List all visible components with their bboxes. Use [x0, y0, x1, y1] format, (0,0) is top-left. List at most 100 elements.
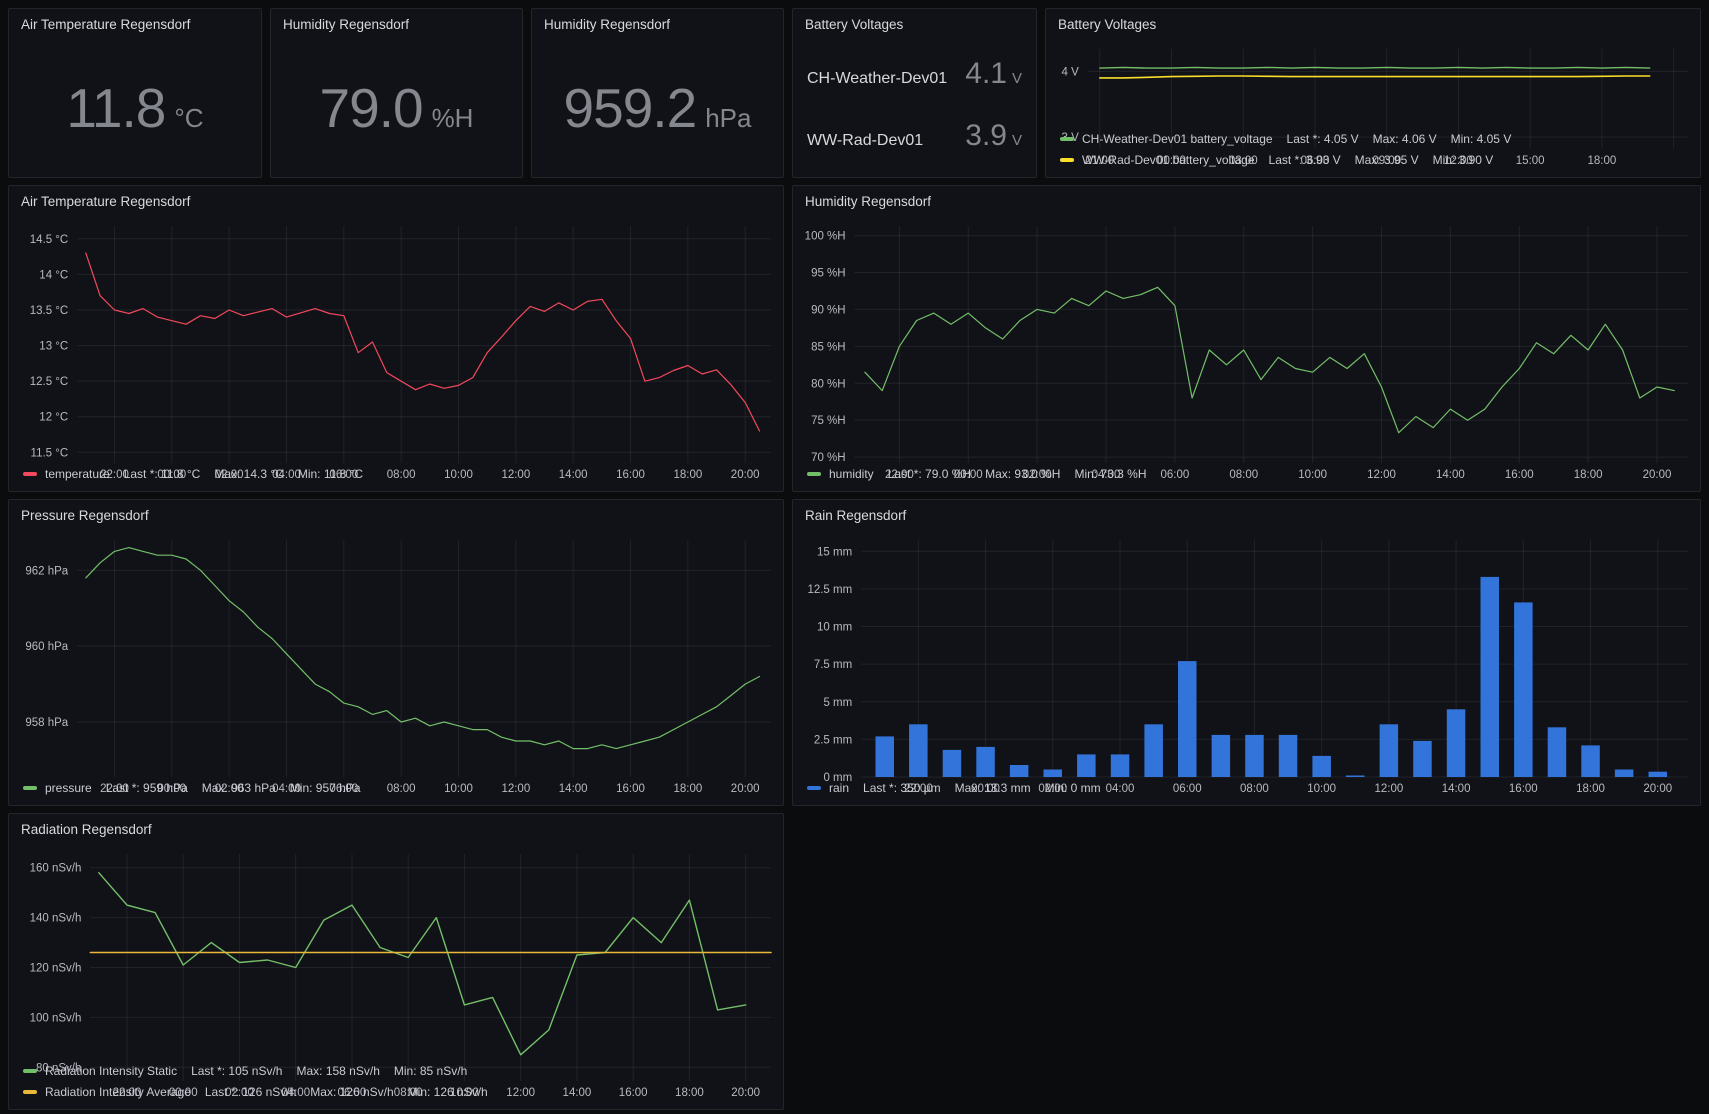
legend-series-dash-icon — [23, 1090, 37, 1094]
legend-series-dash-icon — [23, 1069, 37, 1073]
legend-series-stat: Last *: 959 hPa — [106, 781, 188, 795]
legend-series-name[interactable]: Radiation Intensity Average — [45, 1085, 191, 1099]
battery-voltage-unit: V — [1012, 132, 1022, 149]
battery-voltage-value: 4.1 — [965, 57, 1007, 90]
panel-air-temperature-chart: Air Temperature Regensdorf 14.5 °C 14 °C 1… — [8, 185, 784, 492]
panel-title-humidity-chart[interactable]: Humidity Regensdorf — [793, 186, 1700, 216]
battery-voltage-unit: V — [1012, 70, 1022, 87]
dashboard-row-2: Air Temperature Regensdorf 14.5 °C 14 °C 1… — [8, 185, 1701, 492]
panel-battery-voltages-chart: Battery Voltages 4 V3 V21:0000:0003:0006… — [1045, 8, 1701, 178]
rain-chart-legend: rainLast *: 350 µmMax: 13.3 mmMin: 0 mm — [793, 776, 1700, 805]
svg-text:2.5 mm: 2.5 mm — [814, 734, 852, 746]
legend-series-stat: Last *: 126 nSv/h — [205, 1085, 296, 1099]
legend-series-stat: Max: 4.06 V — [1373, 132, 1437, 146]
panel-title-rain-chart[interactable]: Rain Regensdorf — [793, 500, 1700, 530]
legend-series-dash-icon — [807, 472, 821, 476]
legend-item-temperature[interactable]: temperatureLast *: 11.8 °CMax: 14.3 °CMi… — [23, 463, 783, 484]
air-temperature-stat-value: 11.8 — [66, 81, 165, 136]
legend-series-stat: Max: 963 hPa — [202, 781, 276, 795]
legend-series-name[interactable]: temperature — [45, 467, 110, 481]
dashboard-row-1: Air Temperature Regensdorf 11.8 °C Humid… — [8, 8, 1701, 178]
svg-text:160 nSv/h: 160 nSv/h — [30, 863, 82, 875]
legend-series-stat: Max: 14.3 °C — [214, 467, 284, 481]
panel-rain-chart: Rain Regensdorf 15 mm12.5 mm10 mm7.5 mm5… — [792, 499, 1701, 806]
legend-series-stat: Max: 158 nSv/h — [296, 1064, 379, 1078]
legend-series-dash-icon — [1060, 158, 1074, 162]
humidity-chart-plot[interactable]: 100 %H95 %H90 %H85 %H80 %H75 %H70 %H22:0… — [797, 218, 1696, 462]
legend-series-stat: Max: 93.0 %H — [985, 467, 1060, 481]
panel-battery-voltages-stat: Battery Voltages CH-Weather-Dev01 4.1 V W… — [792, 8, 1037, 178]
panel-pressure-chart: Pressure Regensdorf 962 hPa960 hPa958 hP… — [8, 499, 784, 806]
panel-title-air-temperature-stat[interactable]: Air Temperature Regensdorf — [9, 9, 261, 39]
legend-series-stat: Last *: 79.0 %H — [888, 467, 971, 481]
dashboard-row-4: Radiation Regensdorf 160 nSv/h140 nSv/h1… — [8, 813, 1701, 1110]
svg-text:7.5 mm: 7.5 mm — [814, 659, 852, 671]
radiation-chart-plot[interactable]: 160 nSv/h140 nSv/h120 nSv/h100 nSv/h80 n… — [13, 846, 779, 1059]
panel-title-radiation-chart[interactable]: Radiation Regensdorf — [9, 814, 783, 844]
humidity-chart-legend: humidity Last *: 79.0 %H Max: 93.0 %H Min: … — [793, 462, 1700, 491]
svg-text:85 %H: 85 %H — [811, 341, 846, 353]
legend-series-stat: Min: 0 mm — [1045, 781, 1101, 795]
legend-series-name[interactable]: WW-Rad-Dev01 battery_voltage — [1082, 153, 1255, 167]
svg-text:12.5 mm: 12.5 mm — [807, 584, 852, 596]
legend-item-rain[interactable]: rainLast *: 350 µmMax: 13.3 mmMin: 0 mm — [807, 777, 1700, 798]
rain-chart-plot[interactable]: 15 mm12.5 mm10 mm7.5 mm5 mm2.5 mm0 mm22:… — [797, 532, 1696, 776]
legend-series-name[interactable]: Radiation Intensity Static — [45, 1064, 177, 1078]
svg-text:13.5 °C: 13.5 °C — [30, 305, 68, 317]
svg-text:14 °C: 14 °C — [39, 269, 68, 281]
panel-title-pressure-stat[interactable]: Humidity Regensdorf — [532, 9, 783, 39]
legend-series-stat: Min: 957 hPa — [290, 781, 361, 795]
pressure-stat-value: 959.2 — [564, 81, 697, 136]
grafana-dashboard: Air Temperature Regensdorf 11.8 °C Humid… — [0, 0, 1709, 1114]
battery-voltages-chart-legend: CH-Weather-Dev01 battery_voltage Last *: … — [1046, 127, 1700, 177]
svg-text:75 %H: 75 %H — [811, 415, 846, 427]
legend-series-dash-icon — [1060, 137, 1074, 141]
panel-title-humidity-stat[interactable]: Humidity Regensdorf — [271, 9, 522, 39]
panel-title-battery-voltages-stat[interactable]: Battery Voltages — [793, 9, 1036, 39]
svg-text:4 V: 4 V — [1062, 66, 1080, 78]
panel-humidity-stat: Humidity Regensdorf 79.0 %H — [270, 8, 523, 178]
air-temperature-chart-plot[interactable]: 14.5 °C14 °C13.5 °C13 °C12.5 °C12 °C11.5… — [13, 218, 779, 462]
legend-item-pressure[interactable]: pressure Last *: 959 hPa Max: 963 hPa Min: … — [23, 777, 783, 798]
humidity-stat-body: 79.0 %H — [271, 39, 522, 177]
svg-text:962 hPa: 962 hPa — [25, 565, 68, 577]
battery-voltages-chart-plot[interactable]: 4 V3 V21:0000:0003:0006:0009:0012:0015:0… — [1050, 41, 1696, 127]
legend-series-stat: Min: 85 nSv/h — [394, 1064, 467, 1078]
svg-text:14.5 °C: 14.5 °C — [30, 234, 68, 246]
legend-series-name[interactable]: humidity — [829, 467, 874, 481]
pressure-chart-plot[interactable]: 962 hPa960 hPa958 hPa22:0000:0002:0004:0… — [13, 532, 779, 776]
legend-series-stat: Last *: 4.05 V — [1287, 132, 1359, 146]
legend-series-stat: Min: 126 nSv/h — [408, 1085, 488, 1099]
legend-item-radiation-intensity-average[interactable]: Radiation Intensity Average Last *: 126 n… — [23, 1081, 783, 1102]
legend-series-stat: Last *: 105 nSv/h — [191, 1064, 282, 1078]
humidity-stat-unit: %H — [432, 103, 474, 134]
pressure-chart-legend: pressure Last *: 959 hPa Max: 963 hPa Min: … — [9, 776, 783, 805]
legend-series-dash-icon — [23, 472, 37, 476]
legend-series-stat: Max: 3.95 V — [1355, 153, 1419, 167]
svg-text:100 nSv/h: 100 nSv/h — [30, 1012, 82, 1024]
svg-text:95 %H: 95 %H — [811, 268, 846, 280]
battery-device-name: CH-Weather-Dev01 — [807, 70, 947, 88]
legend-series-stat: Last *: 350 µm — [863, 781, 941, 795]
panel-title-pressure-chart[interactable]: Pressure Regensdorf — [9, 500, 783, 530]
svg-text:13 °C: 13 °C — [39, 341, 68, 353]
legend-series-name[interactable]: rain — [829, 781, 849, 795]
panel-title-battery-voltages-chart[interactable]: Battery Voltages — [1046, 9, 1700, 39]
legend-series-stat: Min: 73.3 %H — [1074, 467, 1146, 481]
panel-radiation-chart: Radiation Regensdorf 160 nSv/h140 nSv/h1… — [8, 813, 784, 1110]
svg-text:15 mm: 15 mm — [817, 546, 852, 558]
legend-item-radiation-intensity-static[interactable]: Radiation Intensity Static Last *: 105 nS… — [23, 1060, 783, 1081]
battery-device-name: WW-Rad-Dev01 — [807, 132, 923, 150]
legend-item-humidity[interactable]: humidity Last *: 79.0 %H Max: 93.0 %H Min: … — [807, 463, 1700, 484]
air-temperature-stat-body: 11.8 °C — [9, 39, 261, 177]
svg-text:10 mm: 10 mm — [817, 622, 852, 634]
pressure-stat-unit: hPa — [705, 103, 751, 134]
svg-text:960 hPa: 960 hPa — [25, 641, 68, 653]
panel-title-air-temperature-chart[interactable]: Air Temperature Regensdorf — [9, 186, 783, 216]
legend-series-stat: Min: 3.90 V — [1433, 153, 1494, 167]
legend-item-ch-weather-dev01-battery-voltage[interactable]: CH-Weather-Dev01 battery_voltage Last *: … — [1060, 128, 1700, 149]
svg-text:12 °C: 12 °C — [39, 412, 68, 424]
legend-series-name[interactable]: pressure — [45, 781, 92, 795]
legend-item-ww-rad-dev01-battery-voltage[interactable]: WW-Rad-Dev01 battery_voltageLast *: 3.93… — [1060, 149, 1700, 170]
legend-series-name[interactable]: CH-Weather-Dev01 battery_voltage — [1082, 132, 1273, 146]
